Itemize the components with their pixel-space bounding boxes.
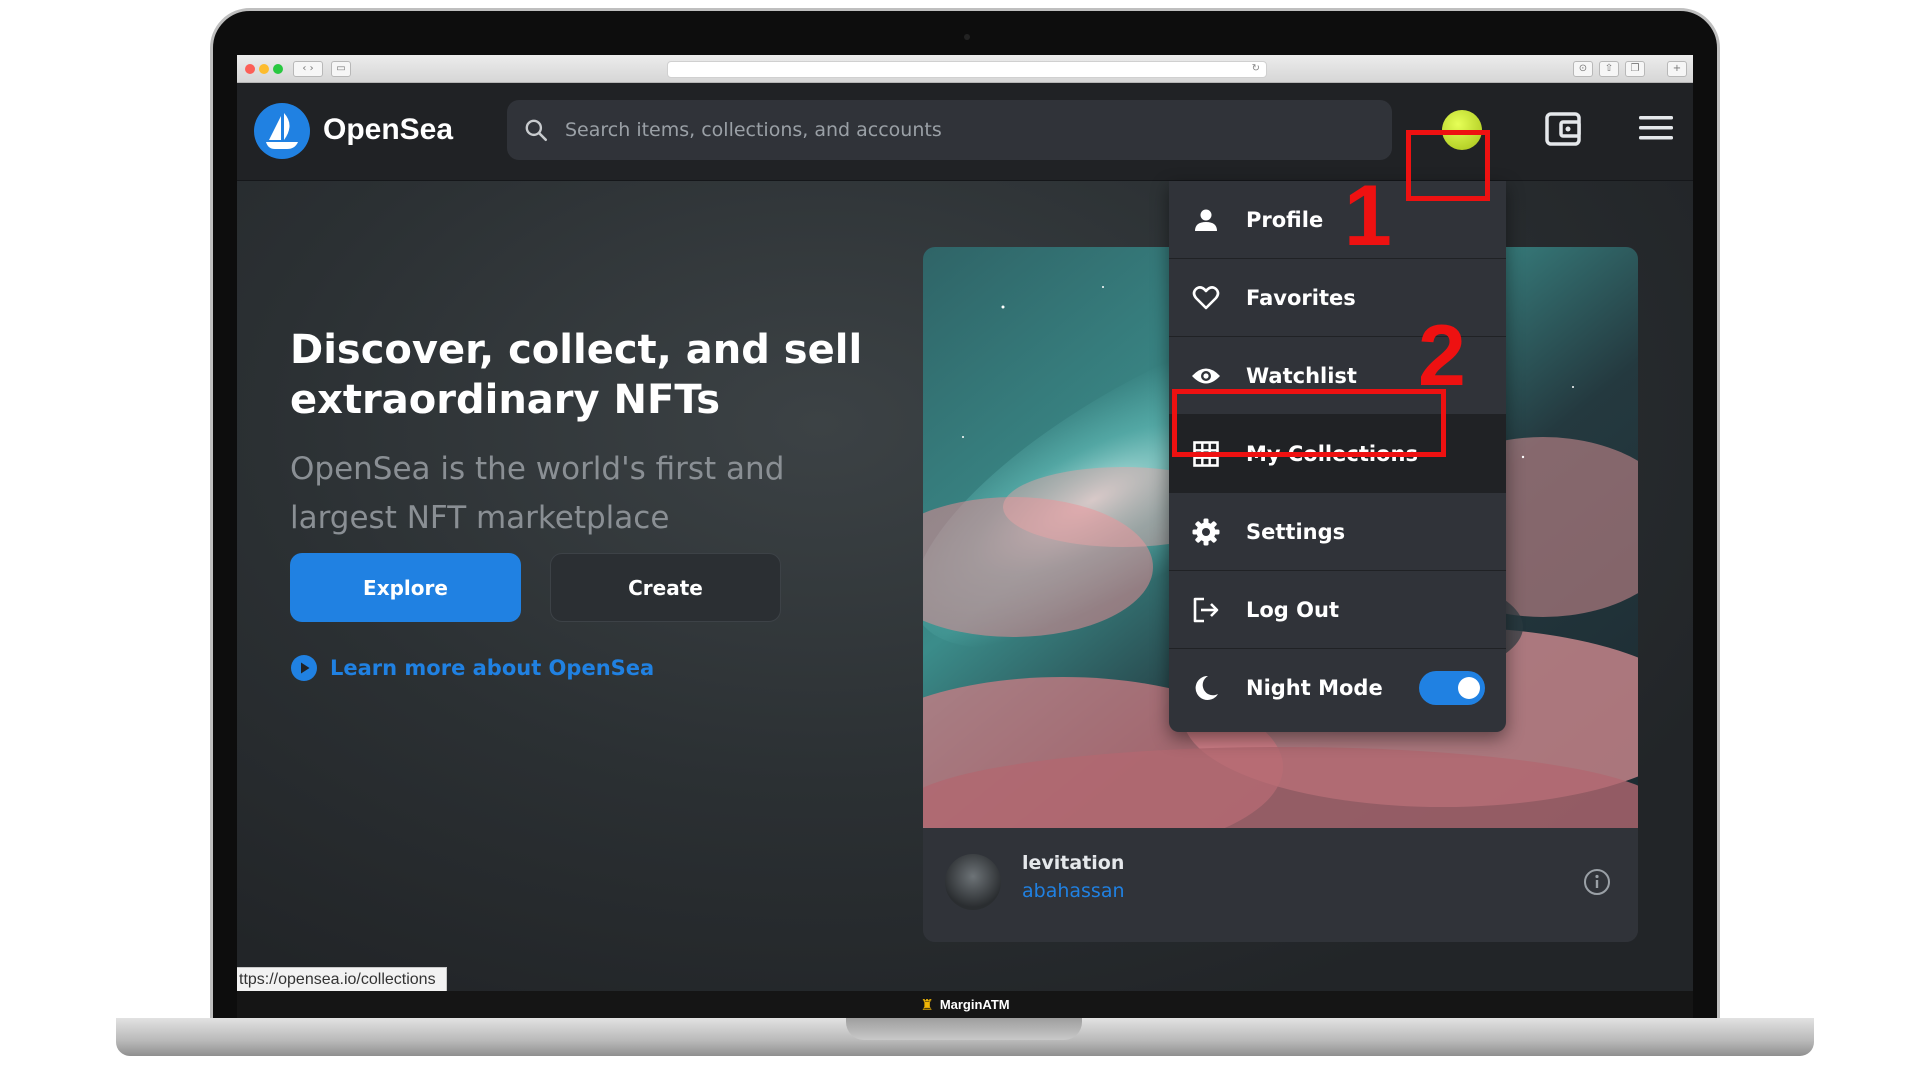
annotation-box-avatar [1406, 130, 1490, 201]
person-icon [1191, 205, 1221, 235]
address-bar[interactable]: ↻ [667, 61, 1267, 78]
brand-strip: ♜ MarginATM [237, 991, 1693, 1018]
nft-creator-link[interactable]: abahassan [1022, 880, 1125, 902]
menu-item-settings[interactable]: Settings [1169, 493, 1506, 571]
play-circle-icon [291, 655, 317, 681]
brand-name: MarginATM [939, 997, 1010, 1012]
menu-label-favorites: Favorites [1246, 285, 1356, 310]
explore-button[interactable]: Explore [290, 553, 521, 622]
learn-more-link[interactable]: Learn more about OpenSea [290, 654, 654, 682]
menu-item-night-mode[interactable]: Night Mode [1169, 649, 1506, 727]
menu-label-settings: Settings [1246, 519, 1346, 544]
menu-label-watchlist: Watchlist [1246, 363, 1357, 388]
hero-headline: Discover, collect, and sell extraordinar… [290, 327, 863, 423]
menu-label-night-mode: Night Mode [1246, 676, 1383, 700]
close-window-button[interactable] [245, 64, 255, 74]
nft-card-footer: levitation abahassan [923, 828, 1638, 942]
info-icon[interactable] [1583, 868, 1611, 896]
screen: ‹ › ▭ ↻ ⊙ ⇧ ❐ + OpenSea Search items, co… [237, 55, 1693, 991]
gear-icon [1191, 517, 1221, 547]
night-mode-toggle[interactable] [1419, 671, 1485, 705]
status-bar-url: ttps://opensea.io/collections [237, 967, 447, 991]
tabs-icon[interactable]: ❐ [1625, 61, 1645, 77]
annotation-number-2: 2 [1418, 308, 1466, 404]
create-button[interactable]: Create [550, 553, 781, 622]
search-bar[interactable] [507, 100, 1392, 160]
brand-logo-icon: ♜ [920, 995, 934, 1014]
opensea-logo-icon[interactable] [254, 103, 310, 159]
annotation-number-1: 1 [1344, 168, 1392, 264]
browser-toolbar: ‹ › ▭ ↻ ⊙ ⇧ ❐ + [237, 55, 1693, 83]
moon-icon [1191, 673, 1221, 703]
logout-icon [1191, 595, 1221, 625]
new-tab-icon[interactable]: + [1667, 61, 1687, 77]
zoom-window-button[interactable] [273, 64, 283, 74]
search-icon [525, 119, 548, 142]
downloads-icon[interactable]: ⊙ [1573, 61, 1593, 77]
hero-subline: OpenSea is the world's first and largest… [290, 451, 785, 536]
learn-more-text: Learn more about OpenSea [330, 656, 655, 680]
eye-icon [1191, 361, 1221, 391]
wallet-icon[interactable] [1544, 111, 1582, 147]
share-icon[interactable]: ⇧ [1599, 61, 1619, 77]
search-input[interactable] [565, 100, 1365, 160]
heart-icon [1191, 283, 1221, 313]
laptop-notch [846, 1018, 1082, 1040]
minimize-window-button[interactable] [259, 64, 269, 74]
toggle-knob [1458, 677, 1480, 699]
menu-item-log-out[interactable]: Log Out [1169, 571, 1506, 649]
reload-icon[interactable]: ↻ [1252, 63, 1260, 74]
camera-dot [964, 34, 970, 40]
menu-icon[interactable] [1639, 115, 1673, 141]
menu-label-log-out: Log Out [1246, 597, 1339, 622]
sidebar-toggle-icon[interactable]: ▭ [331, 61, 351, 77]
creator-avatar[interactable] [945, 854, 1001, 910]
menu-label-profile: Profile [1246, 207, 1324, 232]
logo-text[interactable]: OpenSea [323, 113, 453, 147]
annotation-box-my-collections [1172, 389, 1446, 457]
back-forward-buttons[interactable]: ‹ › [293, 61, 323, 77]
nft-name[interactable]: levitation [1022, 852, 1124, 874]
